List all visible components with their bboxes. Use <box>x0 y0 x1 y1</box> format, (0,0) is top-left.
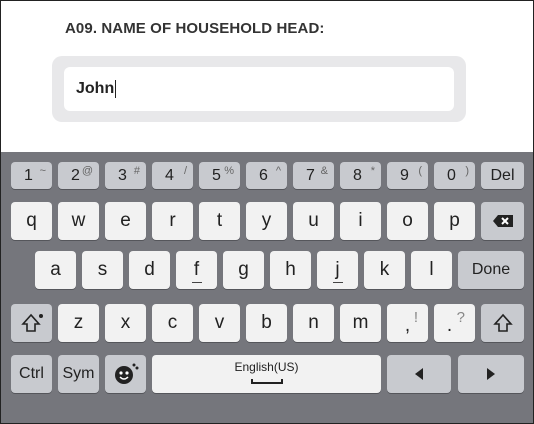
key-z[interactable]: z <box>58 304 99 342</box>
key-y[interactable]: y <box>246 202 287 240</box>
key-a[interactable]: a <box>35 251 76 289</box>
space-key[interactable]: English(US) <box>152 355 381 393</box>
key-8[interactable]: 8 * <box>340 162 381 189</box>
key-5[interactable]: 5% <box>199 162 240 189</box>
key-2[interactable]: 2 @ <box>58 162 99 189</box>
sym-key[interactable]: Sym <box>58 355 99 393</box>
emoji-key[interactable] <box>105 355 146 393</box>
key-j[interactable]: j <box>317 251 358 289</box>
key-0[interactable]: 0) <box>434 162 475 189</box>
key-e[interactable]: e <box>105 202 146 240</box>
shift-icon <box>20 313 43 332</box>
on-screen-keyboard: 1 ~ 2 @ 3 # 4/ 5% 6 ^ 7 & 8 * 9( 0) Del q w e … <box>1 152 533 423</box>
household-head-name-input[interactable]: John <box>64 67 454 111</box>
question-label: A09. NAME OF HOUSEHOLD HEAD: <box>65 20 325 37</box>
input-value: John <box>76 80 115 97</box>
key-n[interactable]: n <box>293 304 334 342</box>
key-r[interactable]: r <box>152 202 193 240</box>
key-i[interactable]: i <box>340 202 381 240</box>
arrow-left-icon <box>415 368 423 380</box>
key-b[interactable]: b <box>246 304 287 342</box>
key-comma[interactable]: ,! <box>387 304 428 342</box>
key-p[interactable]: p <box>434 202 475 240</box>
key-k[interactable]: k <box>364 251 405 289</box>
key-w[interactable]: w <box>58 202 99 240</box>
delete-key[interactable]: Del <box>481 162 524 189</box>
shift-icon <box>492 313 513 332</box>
key-m[interactable]: m <box>340 304 381 342</box>
key-h[interactable]: h <box>270 251 311 289</box>
shift-key-right[interactable] <box>481 304 524 342</box>
key-4[interactable]: 4/ <box>152 162 193 189</box>
key-t[interactable]: t <box>199 202 240 240</box>
key-period[interactable]: .? <box>434 304 475 342</box>
backspace-icon <box>492 215 513 227</box>
space-bar-icon <box>250 379 283 384</box>
key-c[interactable]: c <box>152 304 193 342</box>
key-u[interactable]: u <box>293 202 334 240</box>
key-v[interactable]: v <box>199 304 240 342</box>
text-field-container: John <box>52 56 466 122</box>
backspace-key[interactable] <box>481 202 524 240</box>
key-l[interactable]: l <box>411 251 452 289</box>
key-6[interactable]: 6 ^ <box>246 162 287 189</box>
key-x[interactable]: x <box>105 304 146 342</box>
key-s[interactable]: s <box>82 251 123 289</box>
key-1[interactable]: 1 ~ <box>11 162 52 189</box>
home-key-marker <box>191 282 202 283</box>
done-key[interactable]: Done <box>458 251 524 289</box>
text-cursor <box>115 80 117 98</box>
arrow-right-icon <box>487 368 495 380</box>
emoji-icon <box>114 363 138 384</box>
arrow-left-key[interactable] <box>387 355 451 393</box>
key-9[interactable]: 9( <box>387 162 428 189</box>
key-f[interactable]: f <box>176 251 217 289</box>
key-7[interactable]: 7 & <box>293 162 334 189</box>
arrow-right-key[interactable] <box>458 355 524 393</box>
screen: A09. NAME OF HOUSEHOLD HEAD: John 1 ~ 2 @ … <box>0 0 534 424</box>
key-g[interactable]: g <box>223 251 264 289</box>
key-d[interactable]: d <box>129 251 170 289</box>
ctrl-key[interactable]: Ctrl <box>11 355 52 393</box>
key-q[interactable]: q <box>11 202 52 240</box>
key-o[interactable]: o <box>387 202 428 240</box>
shift-key-left[interactable] <box>11 304 52 342</box>
key-3[interactable]: 3 # <box>105 162 146 189</box>
home-key-marker <box>332 282 343 283</box>
